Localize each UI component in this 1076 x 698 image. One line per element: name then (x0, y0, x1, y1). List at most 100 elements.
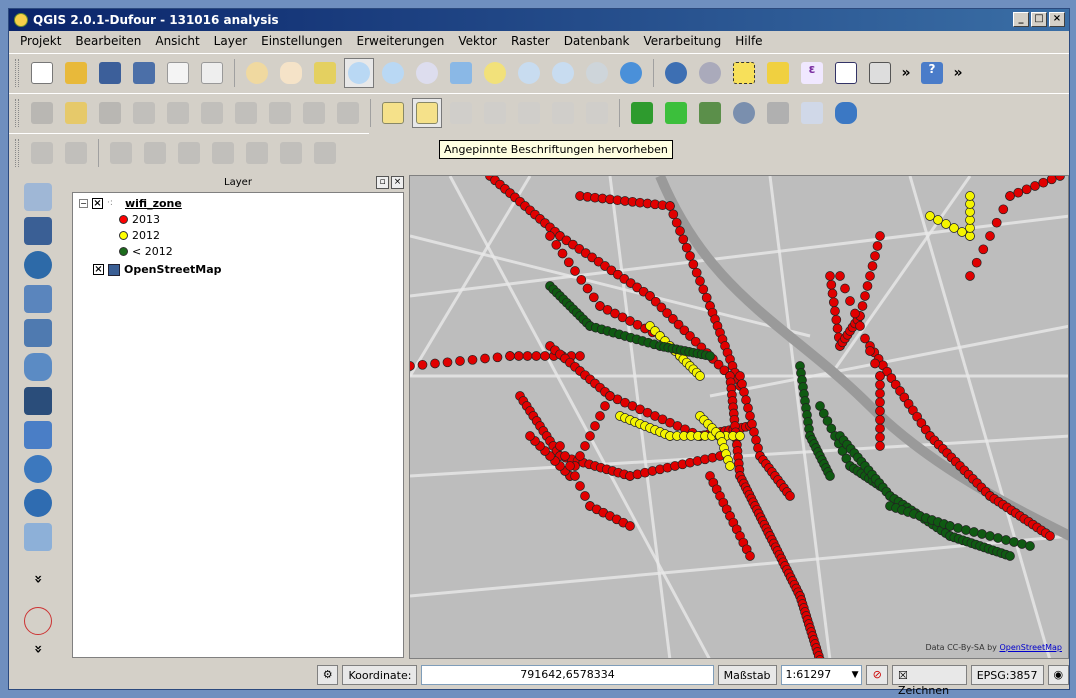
add-oracle-layer-button[interactable] (24, 353, 52, 381)
toggle-editing-button[interactable] (61, 98, 91, 128)
pan-button[interactable] (276, 58, 306, 88)
save-edits-button[interactable] (95, 98, 125, 128)
add-part-button[interactable] (106, 138, 136, 168)
layer-item-openstreetmap[interactable]: × OpenStreetMap (93, 263, 222, 276)
zoom-next-button[interactable] (582, 58, 612, 88)
offset-curve-button[interactable] (276, 138, 306, 168)
plugin-button-2[interactable] (661, 98, 691, 128)
new-shapefile-button[interactable] (24, 523, 52, 551)
collapse-toggle[interactable]: − (79, 199, 88, 208)
messages-icon[interactable]: ◉ (1047, 665, 1069, 685)
attribute-table-button[interactable] (831, 58, 861, 88)
move-label-button[interactable] (514, 98, 544, 128)
coordinate-toggle-icon[interactable]: ⚙ (317, 665, 339, 685)
identify-button[interactable] (661, 58, 691, 88)
add-spatialite-layer-button[interactable] (24, 285, 52, 313)
open-project-button[interactable] (61, 58, 91, 88)
menu-layer[interactable]: Layer (207, 31, 254, 51)
menu-raster[interactable]: Raster (504, 31, 557, 51)
current-edits-button[interactable] (27, 98, 57, 128)
menu-bearbeiten[interactable]: Bearbeiten (68, 31, 148, 51)
zoom-full-button[interactable] (446, 58, 476, 88)
crs-status[interactable]: EPSG:3857 (970, 665, 1044, 685)
close-window-button[interactable]: × (1049, 12, 1065, 27)
coordinate-field[interactable]: 791642,6578334 (421, 665, 714, 685)
composer-manager-button[interactable] (197, 58, 227, 88)
add-feature-button[interactable] (129, 98, 159, 128)
add-vector-layer-button[interactable] (24, 183, 52, 211)
select-features-button[interactable] (729, 58, 759, 88)
layer-item-wifi-zone[interactable]: − × ·: wifi_zone (79, 197, 182, 210)
add-mssql-layer-button[interactable] (24, 319, 52, 347)
maximize-button[interactable]: □ (1031, 12, 1047, 27)
zoom-layer-button[interactable] (514, 58, 544, 88)
toolbar-grip[interactable] (15, 98, 19, 127)
menu-erweiterungen[interactable]: Erweiterungen (350, 31, 452, 51)
plugin-button-4[interactable] (729, 98, 759, 128)
paste-features-button[interactable] (333, 98, 363, 128)
menu-verarbeitung[interactable]: Verarbeitung (637, 31, 729, 51)
delete-ring-button[interactable] (174, 138, 204, 168)
zoom-selection-button[interactable] (480, 58, 510, 88)
change-label-button[interactable] (582, 98, 612, 128)
add-delimited-text-button[interactable] (24, 489, 52, 517)
rotate-label-button[interactable] (548, 98, 578, 128)
zoom-native-button[interactable] (412, 58, 442, 88)
action-button[interactable] (695, 58, 725, 88)
pin-labels-button[interactable] (446, 98, 476, 128)
simplify-button[interactable] (27, 138, 57, 168)
touch-zoom-button[interactable] (242, 58, 272, 88)
layer-labeling-button[interactable] (378, 98, 408, 128)
zoom-in-button[interactable] (344, 57, 374, 88)
plugin-button-7[interactable] (831, 98, 861, 128)
zoom-last-button[interactable] (548, 58, 578, 88)
toolbar-grip[interactable] (15, 138, 19, 167)
fill-ring-button[interactable] (140, 138, 170, 168)
crosshair-tool-button[interactable] (24, 607, 52, 635)
new-print-composer-button[interactable] (163, 58, 193, 88)
copy-features-button[interactable] (299, 98, 329, 128)
save-as-button[interactable] (129, 58, 159, 88)
node-tool-button[interactable] (197, 98, 227, 128)
layer-visibility-checkbox[interactable]: × (93, 264, 104, 275)
menu-vektor[interactable]: Vektor (451, 31, 504, 51)
select-by-expression-button[interactable]: ε (797, 58, 827, 88)
toolbar-overflow-button-2[interactable]: » (951, 65, 965, 81)
toolbar-overflow-button[interactable]: » (899, 65, 913, 81)
highlight-pinned-labels-button[interactable] (412, 97, 442, 128)
stop-render-icon[interactable]: ⊘ (866, 665, 888, 685)
plugin-button-3[interactable] (695, 98, 725, 128)
panel-close-button[interactable]: × (391, 176, 404, 189)
move-feature-button[interactable] (163, 98, 193, 128)
scale-combobox[interactable]: 1:61297 ▼ (780, 665, 863, 685)
add-raster-layer-button[interactable] (24, 217, 52, 245)
render-toggle[interactable]: ☒ Zeichnen (891, 665, 967, 697)
menu-projekt[interactable]: Projekt (13, 31, 68, 51)
left-toolbar-more-button[interactable]: » (30, 572, 46, 586)
split-features-button[interactable] (310, 138, 340, 168)
minimize-button[interactable]: _ (1013, 12, 1029, 27)
menu-ansicht[interactable]: Ansicht (148, 31, 206, 51)
menu-datenbank[interactable]: Datenbank (557, 31, 637, 51)
new-project-button[interactable] (27, 58, 57, 88)
help-button[interactable]: ? (917, 58, 947, 88)
toolbar-grip[interactable] (15, 58, 19, 87)
attribution-link[interactable]: OpenStreetMap (999, 643, 1062, 652)
menu-hilfe[interactable]: Hilfe (728, 31, 769, 51)
add-wms-layer-button[interactable] (24, 387, 52, 415)
save-project-button[interactable] (95, 58, 125, 88)
zoom-out-button[interactable] (378, 58, 408, 88)
map-canvas[interactable]: Data CC-By-SA by OpenStreetMap (409, 175, 1069, 659)
plugin-button-1[interactable] (627, 98, 657, 128)
add-wcs-layer-button[interactable] (24, 421, 52, 449)
panel-float-button[interactable]: ▫ (376, 176, 389, 189)
field-calculator-button[interactable] (865, 58, 895, 88)
refresh-button[interactable] (616, 58, 646, 88)
reshape-button[interactable] (242, 138, 272, 168)
pan-to-selection-button[interactable] (310, 58, 340, 88)
add-postgis-layer-button[interactable] (24, 251, 52, 279)
plugin-button-5[interactable] (763, 98, 793, 128)
delete-part-button[interactable] (208, 138, 238, 168)
left-toolbar-more-button-2[interactable]: » (30, 642, 46, 656)
add-ring-button[interactable] (61, 138, 91, 168)
